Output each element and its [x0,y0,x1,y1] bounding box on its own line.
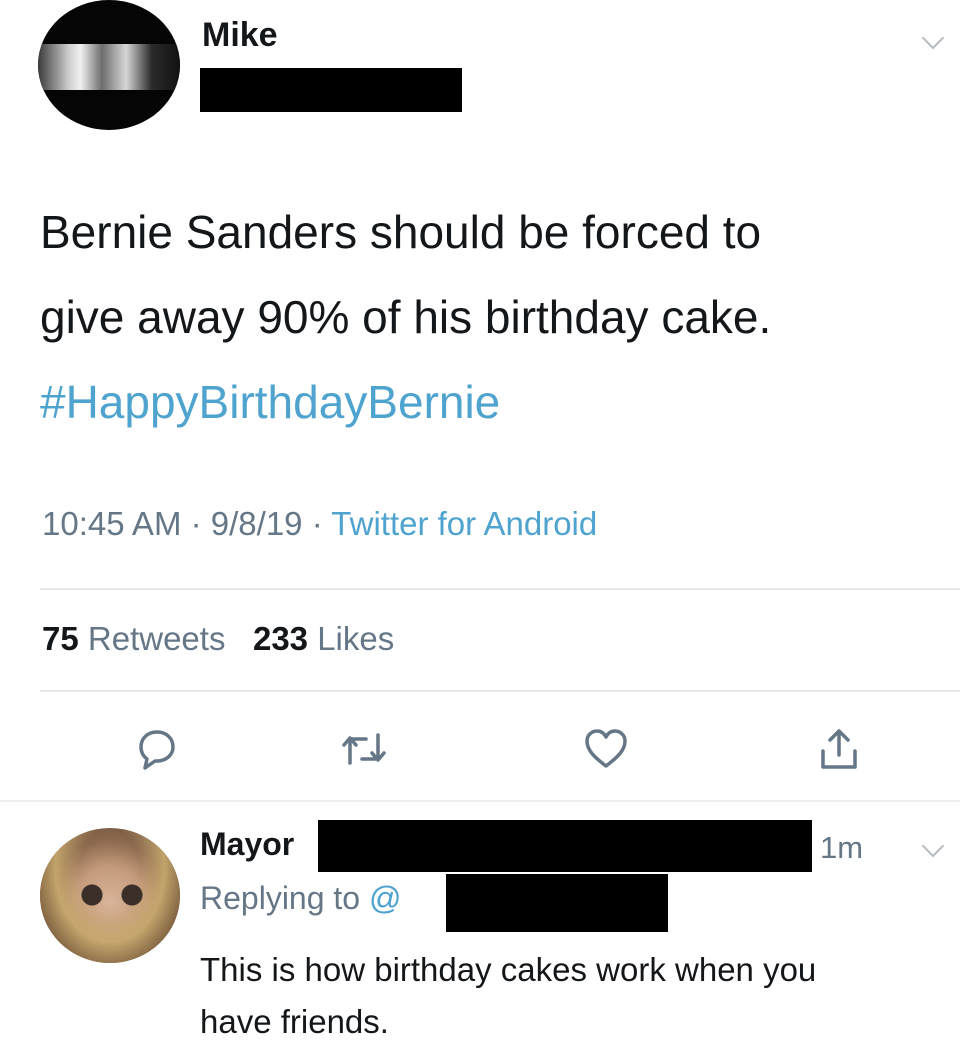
likes-stat[interactable]: 233 Likes [253,620,394,657]
tweet-text-line: give away 90% of his birthday cake. [40,291,772,343]
author-avatar[interactable] [38,0,180,130]
reply-icon[interactable] [133,725,181,773]
reply-text-line: have friends. [200,1003,389,1040]
avatar-image [38,44,180,90]
retweets-stat[interactable]: 75 Retweets [42,620,225,657]
retweets-label: Retweets [87,620,226,657]
reply-text: This is how birthday cakes work when you… [200,944,960,1048]
divider [0,800,960,802]
heart-icon[interactable] [582,725,630,773]
likes-count: 233 [252,620,309,657]
tweet-source-link[interactable]: Twitter for Android [331,505,597,542]
replying-to: Replying to @ [200,880,401,917]
share-icon[interactable] [815,725,863,773]
reply-text-line: This is how birthday cakes work when you [200,951,817,988]
replying-label: Replying to [200,880,361,916]
redacted-handle [200,68,462,112]
separator-dot: · [190,505,202,542]
redacted-handle [446,874,668,932]
likes-label: Likes [317,620,395,657]
hashtag-link[interactable]: #HappyBirthdayBernie [40,360,920,445]
reply-author-avatar[interactable] [40,828,180,963]
redacted-handle [318,820,812,872]
reply-author-name[interactable]: Mayor [200,826,294,863]
chevron-down-icon[interactable] [921,834,945,858]
avatar-glasses [72,884,152,906]
tweet-meta: 10:45 AM · 9/8/19 · Twitter for Android [42,505,597,543]
chevron-down-icon[interactable] [921,26,945,50]
tweet-stats: 75 Retweets 233 Likes [42,620,394,658]
divider [40,588,960,590]
author-name[interactable]: Mike [202,16,278,55]
divider [40,690,960,692]
replying-handle-link[interactable]: @ [369,880,401,916]
tweet-text-line: Bernie Sanders should be forced to [40,206,762,258]
tweet-text: Bernie Sanders should be forced to give … [40,190,920,445]
retweets-count: 75 [42,620,79,657]
tweet-date: 9/8/19 [210,505,303,542]
retweet-icon[interactable] [340,725,388,773]
reply-time: 1m [820,830,864,865]
separator-dot: · [311,505,323,542]
tweet-time: 10:45 AM [42,505,182,542]
